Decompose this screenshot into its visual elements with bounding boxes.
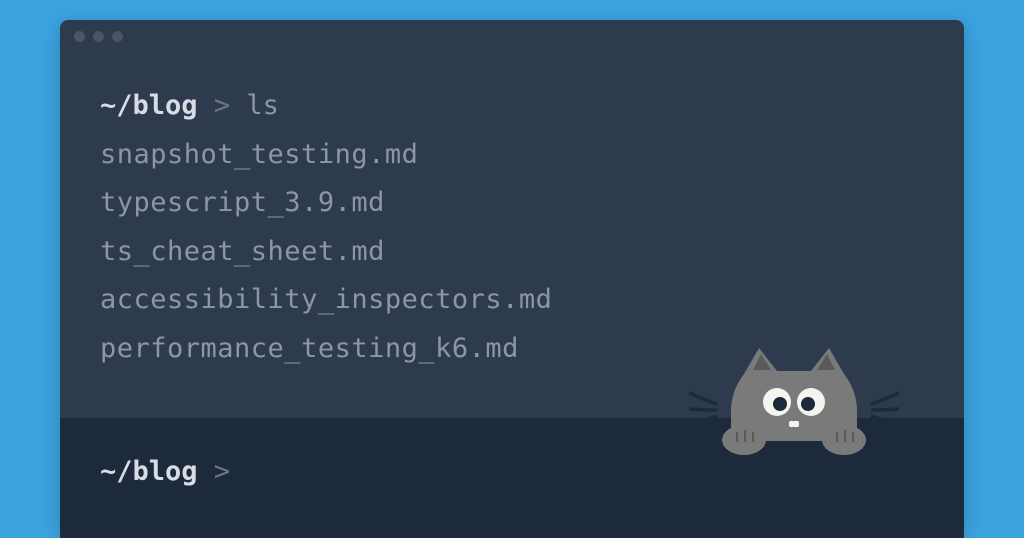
terminal-output-area[interactable]: ~/blog > ls snapshot_testing.md typescri…: [60, 52, 964, 538]
terminal-window: ~/blog > ls snapshot_testing.md typescri…: [60, 20, 964, 538]
prompt-path: ~/blog: [100, 456, 198, 487]
window-titlebar: [60, 20, 964, 52]
ls-output-line: typescript_3.9.md: [100, 179, 924, 228]
ls-output-line: snapshot_testing.md: [100, 131, 924, 180]
ls-output-line: accessibility_inspectors.md: [100, 276, 924, 325]
prompt-line-1: ~/blog > ls: [100, 82, 924, 131]
cat-peeking-icon: [689, 336, 899, 456]
prompt-path: ~/blog: [100, 90, 198, 121]
ls-output-line: ts_cheat_sheet.md: [100, 228, 924, 277]
prompt-caret: >: [214, 456, 230, 487]
close-dot-icon[interactable]: [74, 31, 85, 42]
prompt-command: ls: [246, 90, 279, 121]
prompt-caret: >: [214, 90, 230, 121]
maximize-dot-icon[interactable]: [112, 31, 123, 42]
minimize-dot-icon[interactable]: [93, 31, 104, 42]
